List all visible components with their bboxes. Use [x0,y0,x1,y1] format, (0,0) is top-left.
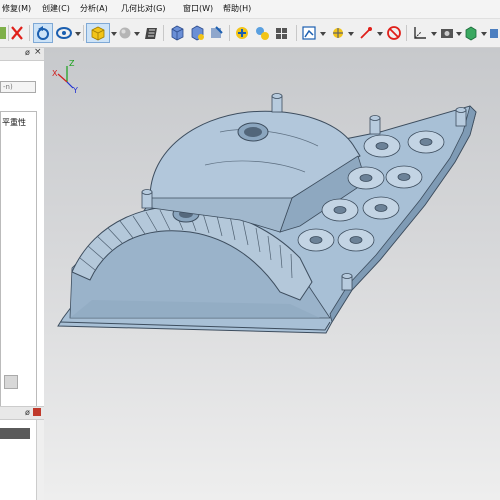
pin-icon[interactable]: ø [25,48,30,57]
chevron-down-icon[interactable] [456,32,462,36]
view-cube-alt-icon[interactable] [188,23,206,43]
axis-y-label: Y [72,86,78,95]
chevron-down-icon[interactable] [75,32,81,36]
pin-view-icon[interactable] [208,23,226,43]
3d-viewport[interactable]: Z X Y [44,48,500,500]
dropdown-value: -n) [3,83,13,91]
chevron-down-icon[interactable] [431,32,437,36]
toolbar-divider [163,25,164,41]
menu-analysis[interactable]: 分析(A) [80,3,108,14]
list-item[interactable]: 平重性 [2,117,26,128]
menu-create[interactable]: 创建(C) [42,3,70,14]
bottom-panel-selected-row[interactable] [0,428,30,439]
panel-header: ø × [0,47,44,61]
chevron-down-icon[interactable] [481,32,487,36]
main-toolbar [0,19,500,48]
shaded-cube-icon[interactable] [86,23,110,43]
close-icon[interactable] [33,408,41,416]
green-cube-icon[interactable] [463,23,479,43]
axis-triad: Z X Y [52,59,78,95]
more-tools-icon[interactable] [489,23,500,43]
camera-icon[interactable] [439,23,455,43]
clipboard-icon[interactable] [143,23,161,43]
measure-icon[interactable] [253,23,271,43]
close-icon[interactable]: × [34,47,42,57]
axis-x-label: X [52,69,58,78]
menu-bar: 修复(M) 创建(C) 分析(A) 几何比对(G) 窗口(W) 帮助(H) [0,0,500,19]
menu-window[interactable]: 窗口(W) [183,3,213,14]
menu-repair[interactable]: 修复(M) [2,3,31,14]
bottom-panel-header: ø [0,406,44,420]
pin-icon[interactable]: ø [25,408,30,417]
model-canvas[interactable]: Z X Y [44,48,500,500]
save-icon[interactable] [0,23,6,43]
close-icon[interactable] [9,23,25,43]
analysis-icon[interactable] [300,23,318,43]
menu-help[interactable]: 帮助(H) [223,3,251,14]
toolbar-divider [229,25,230,41]
toolbar-divider [29,25,30,41]
axis-z-label: Z [69,59,75,68]
point-icon[interactable] [358,23,374,43]
left-panel: ø × -n) 平重性 ø [0,47,45,500]
no-entry-icon[interactable] [386,23,402,43]
toolbar-divider [83,25,84,41]
chevron-down-icon[interactable] [377,32,383,36]
sphere-icon[interactable] [117,23,133,43]
link-icon[interactable] [233,23,251,43]
model-dome-hole-inner [244,127,262,137]
toolbar-divider [296,25,297,41]
feature-list: 平重性 [0,111,37,411]
panel-button[interactable] [4,375,18,389]
chevron-down-icon[interactable] [320,32,326,36]
rotate-view-icon[interactable] [33,23,53,43]
multi-view-icon[interactable] [273,23,291,43]
panel-dropdown[interactable]: -n) [0,81,36,93]
transform-icon[interactable] [330,23,346,43]
view-cube-icon[interactable] [168,23,186,43]
orbit-icon[interactable] [55,23,73,43]
chevron-down-icon[interactable] [348,32,354,36]
chevron-down-icon[interactable] [134,32,140,36]
axis-icon[interactable] [411,23,429,43]
toolbar-divider [406,25,407,41]
menu-geometry-compare[interactable]: 几何比对(G) [121,3,165,14]
